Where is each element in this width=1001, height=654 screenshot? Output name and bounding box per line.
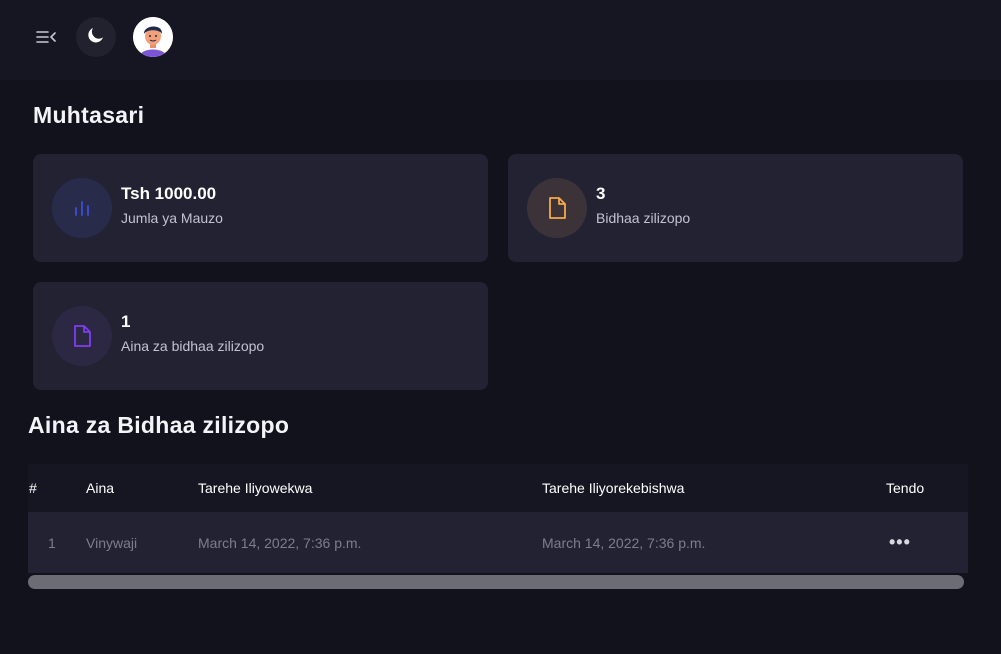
table-row: 1 Vinywaji March 14, 2022, 7:36 p.m. Mar… [28,512,968,573]
summary-title: Muhtasari [33,102,145,128]
horizontal-scrollbar[interactable] [28,575,964,589]
row-date-modified: March 14, 2022, 7:36 p.m. [542,534,706,551]
top-bar [0,0,1001,80]
row-number: 1 [48,534,56,551]
column-header-type: Aina [86,480,115,496]
card-value: 3 [596,184,606,203]
card-label: Bidhaa zilizopo [596,210,691,226]
sales-total-card: Tsh 1000.00 Jumla ya Mauzo [33,154,488,262]
table-header: # Aina Tarehe Iliyowekwa Tarehe Iliyorek… [28,464,968,512]
column-header-action: Tendo [886,480,925,496]
theme-toggle-button[interactable] [76,17,116,57]
product-types-table: # Aina Tarehe Iliyowekwa Tarehe Iliyorek… [28,464,968,573]
menu-collapse-icon[interactable] [33,24,59,50]
card-value: 1 [121,312,131,331]
column-header-date-added: Tarehe Iliyowekwa [198,480,313,496]
product-types-card: 1 Aina za bidhaa zilizopo [33,282,488,390]
file-icon [52,306,112,366]
row-type: Vinywaji [86,534,138,551]
card-value: Tsh 1000.00 [121,184,217,203]
file-icon [527,178,587,238]
card-label: Jumla ya Mauzo [121,210,223,226]
product-types-title: Aina za Bidhaa zilizopo [28,412,290,438]
more-actions-button[interactable]: ••• [889,512,911,573]
column-header-number: # [29,480,37,496]
moon-icon [86,25,106,50]
card-label: Aina za bidhaa zilizopo [121,338,265,354]
bar-chart-icon [52,178,112,238]
column-header-date-modified: Tarehe Iliyorekebishwa [542,480,685,496]
avatar[interactable] [133,17,173,57]
row-date-added: March 14, 2022, 7:36 p.m. [198,534,362,551]
products-available-card: 3 Bidhaa zilizopo [508,154,963,262]
